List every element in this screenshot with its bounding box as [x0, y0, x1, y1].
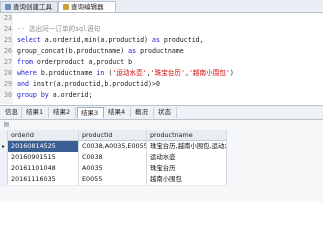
line-number: 23 [4, 14, 12, 22]
result-grid-area: ▤ orderid productid productname ▸ 201608… [0, 120, 323, 202]
column-header-productname[interactable]: productname [147, 130, 227, 141]
code-line[interactable]: 28 where b.productname in ('运动水壶','珠宝台历',… [0, 68, 323, 79]
code-line[interactable]: 25 select a.orderid,min(a.productid) as p… [0, 35, 323, 46]
code-line[interactable]: 27 from orderproduct a,product b [0, 57, 323, 68]
tab-result-3[interactable]: 结果3 [77, 107, 104, 118]
sql-keyword: and [17, 80, 33, 88]
editor-tab-bar: 查询创建工具 查询编辑器 [0, 0, 323, 13]
grid-menu-icon[interactable]: ▤ [3, 122, 10, 128]
table-row[interactable]: 20161116035 E0055 越南小围包 [0, 174, 227, 186]
sql-keyword: as [151, 36, 164, 44]
current-row-indicator: ▸ [0, 141, 8, 152]
cell-orderid[interactable]: 20161101048 [8, 163, 79, 174]
line-number: 24 [4, 25, 12, 33]
code-text: select a.orderid,min(a.productid) as pro… [17, 35, 204, 46]
sql-token: productname [140, 47, 184, 55]
sql-keyword: where [17, 69, 41, 77]
cell-productid[interactable]: A0035 [79, 163, 147, 174]
code-text: from orderproduct a,product b [17, 57, 132, 68]
query-editor-icon [63, 4, 69, 10]
sql-keyword: in [96, 69, 109, 77]
grid-header-row: orderid productid productname [0, 130, 227, 141]
code-line[interactable]: 24 -- 选出同一订单的sql语句 [0, 24, 323, 35]
code-text: and instr(a.productid,b.productid)>0 [17, 79, 160, 90]
code-line[interactable]: 29 and instr(a.productid,b.productid)>0 [0, 79, 323, 90]
code-text: -- 选出同一订单的sql语句 [17, 24, 100, 35]
tab-label: 查询编辑器 [71, 2, 104, 11]
cell-productname[interactable]: 珠宝台历,越南小围包,运动水壶 [147, 141, 227, 152]
query-builder-icon [5, 4, 11, 10]
sql-token: productid, [163, 36, 204, 44]
column-header-productid[interactable]: productid [79, 130, 147, 141]
sql-token: instr(a.productid,b.productid)>0 [32, 80, 160, 88]
sql-string: '越南小围包' [188, 69, 230, 77]
line-number: 29 [4, 80, 12, 88]
cell-productname[interactable]: 珠宝台历 [147, 163, 227, 174]
row-selector [0, 174, 8, 185]
tab-label: 查询创建工具 [13, 2, 52, 11]
line-number: 27 [4, 58, 12, 66]
sql-editor[interactable]: 23 24 -- 选出同一订单的sql语句 25 select a.orderid,mi… [0, 13, 323, 104]
sql-keyword: select [17, 36, 45, 44]
row-selector [0, 152, 8, 163]
code-line[interactable]: 23 [0, 13, 323, 24]
line-number: 28 [4, 69, 12, 77]
sql-token: orderproduct a,product b [36, 58, 133, 66]
tab-query-builder[interactable]: 查询创建工具 [0, 1, 58, 12]
cell-orderid[interactable]: 20160901515 [8, 152, 79, 163]
line-number: 26 [4, 47, 12, 55]
sql-token: ) [229, 69, 234, 77]
line-number: 25 [4, 36, 12, 44]
cell-orderid[interactable]: 20161116035 [8, 174, 79, 185]
sql-keyword: group by [17, 91, 53, 99]
code-line[interactable]: 30 group by a.orderid; [0, 90, 323, 101]
sql-token: group_concat(b.productname) [17, 47, 129, 55]
cell-productid[interactable]: C0038 [79, 152, 147, 163]
tab-status[interactable]: 状态 [155, 107, 177, 118]
tab-overview[interactable]: 概况 [132, 107, 154, 118]
cell-orderid[interactable]: 20160814525 [8, 141, 79, 152]
code-text: group_concat(b.productname) as productna… [17, 46, 184, 57]
sql-token: b.productname [40, 69, 97, 77]
sql-string: '运动水壶' [112, 69, 147, 77]
tab-query-editor[interactable]: 查询编辑器 [58, 1, 116, 12]
cell-productname[interactable]: 越南小围包 [147, 174, 227, 185]
row-selector [0, 163, 8, 174]
header-corner [0, 130, 8, 141]
tab-result-2[interactable]: 结果2 [50, 107, 76, 118]
cell-productname[interactable]: 运动水壶 [147, 152, 227, 163]
tab-info[interactable]: 信息 [2, 107, 22, 118]
code-text: group by a.orderid; [17, 90, 92, 101]
sql-keyword: from [17, 58, 37, 66]
grid-toolbar: ▤ [0, 120, 323, 130]
line-number: 30 [4, 91, 12, 99]
sql-token: a.orderid; [52, 91, 93, 99]
column-header-orderid[interactable]: orderid [8, 130, 79, 141]
result-tab-bar: 信息 结果1 结果2 结果3 结果4 概况 状态 [0, 105, 323, 120]
cell-productid[interactable]: C0038,A0035,E0055 [79, 141, 147, 152]
tab-result-1[interactable]: 结果1 [23, 107, 49, 118]
code-text: where b.productname in ('运动水壶','珠宝台历','越… [17, 68, 234, 79]
code-line[interactable]: 26 group_concat(b.productname) as product… [0, 46, 323, 57]
sql-string: '珠宝台历' [150, 69, 185, 77]
cell-productid[interactable]: E0055 [79, 174, 147, 185]
sql-keyword: as [128, 47, 141, 55]
tab-result-4[interactable]: 结果4 [105, 107, 131, 118]
sql-token: a.orderid,min(a.productid) [44, 36, 152, 44]
sql-comment: -- 选出同一订单的sql语句 [17, 25, 101, 33]
